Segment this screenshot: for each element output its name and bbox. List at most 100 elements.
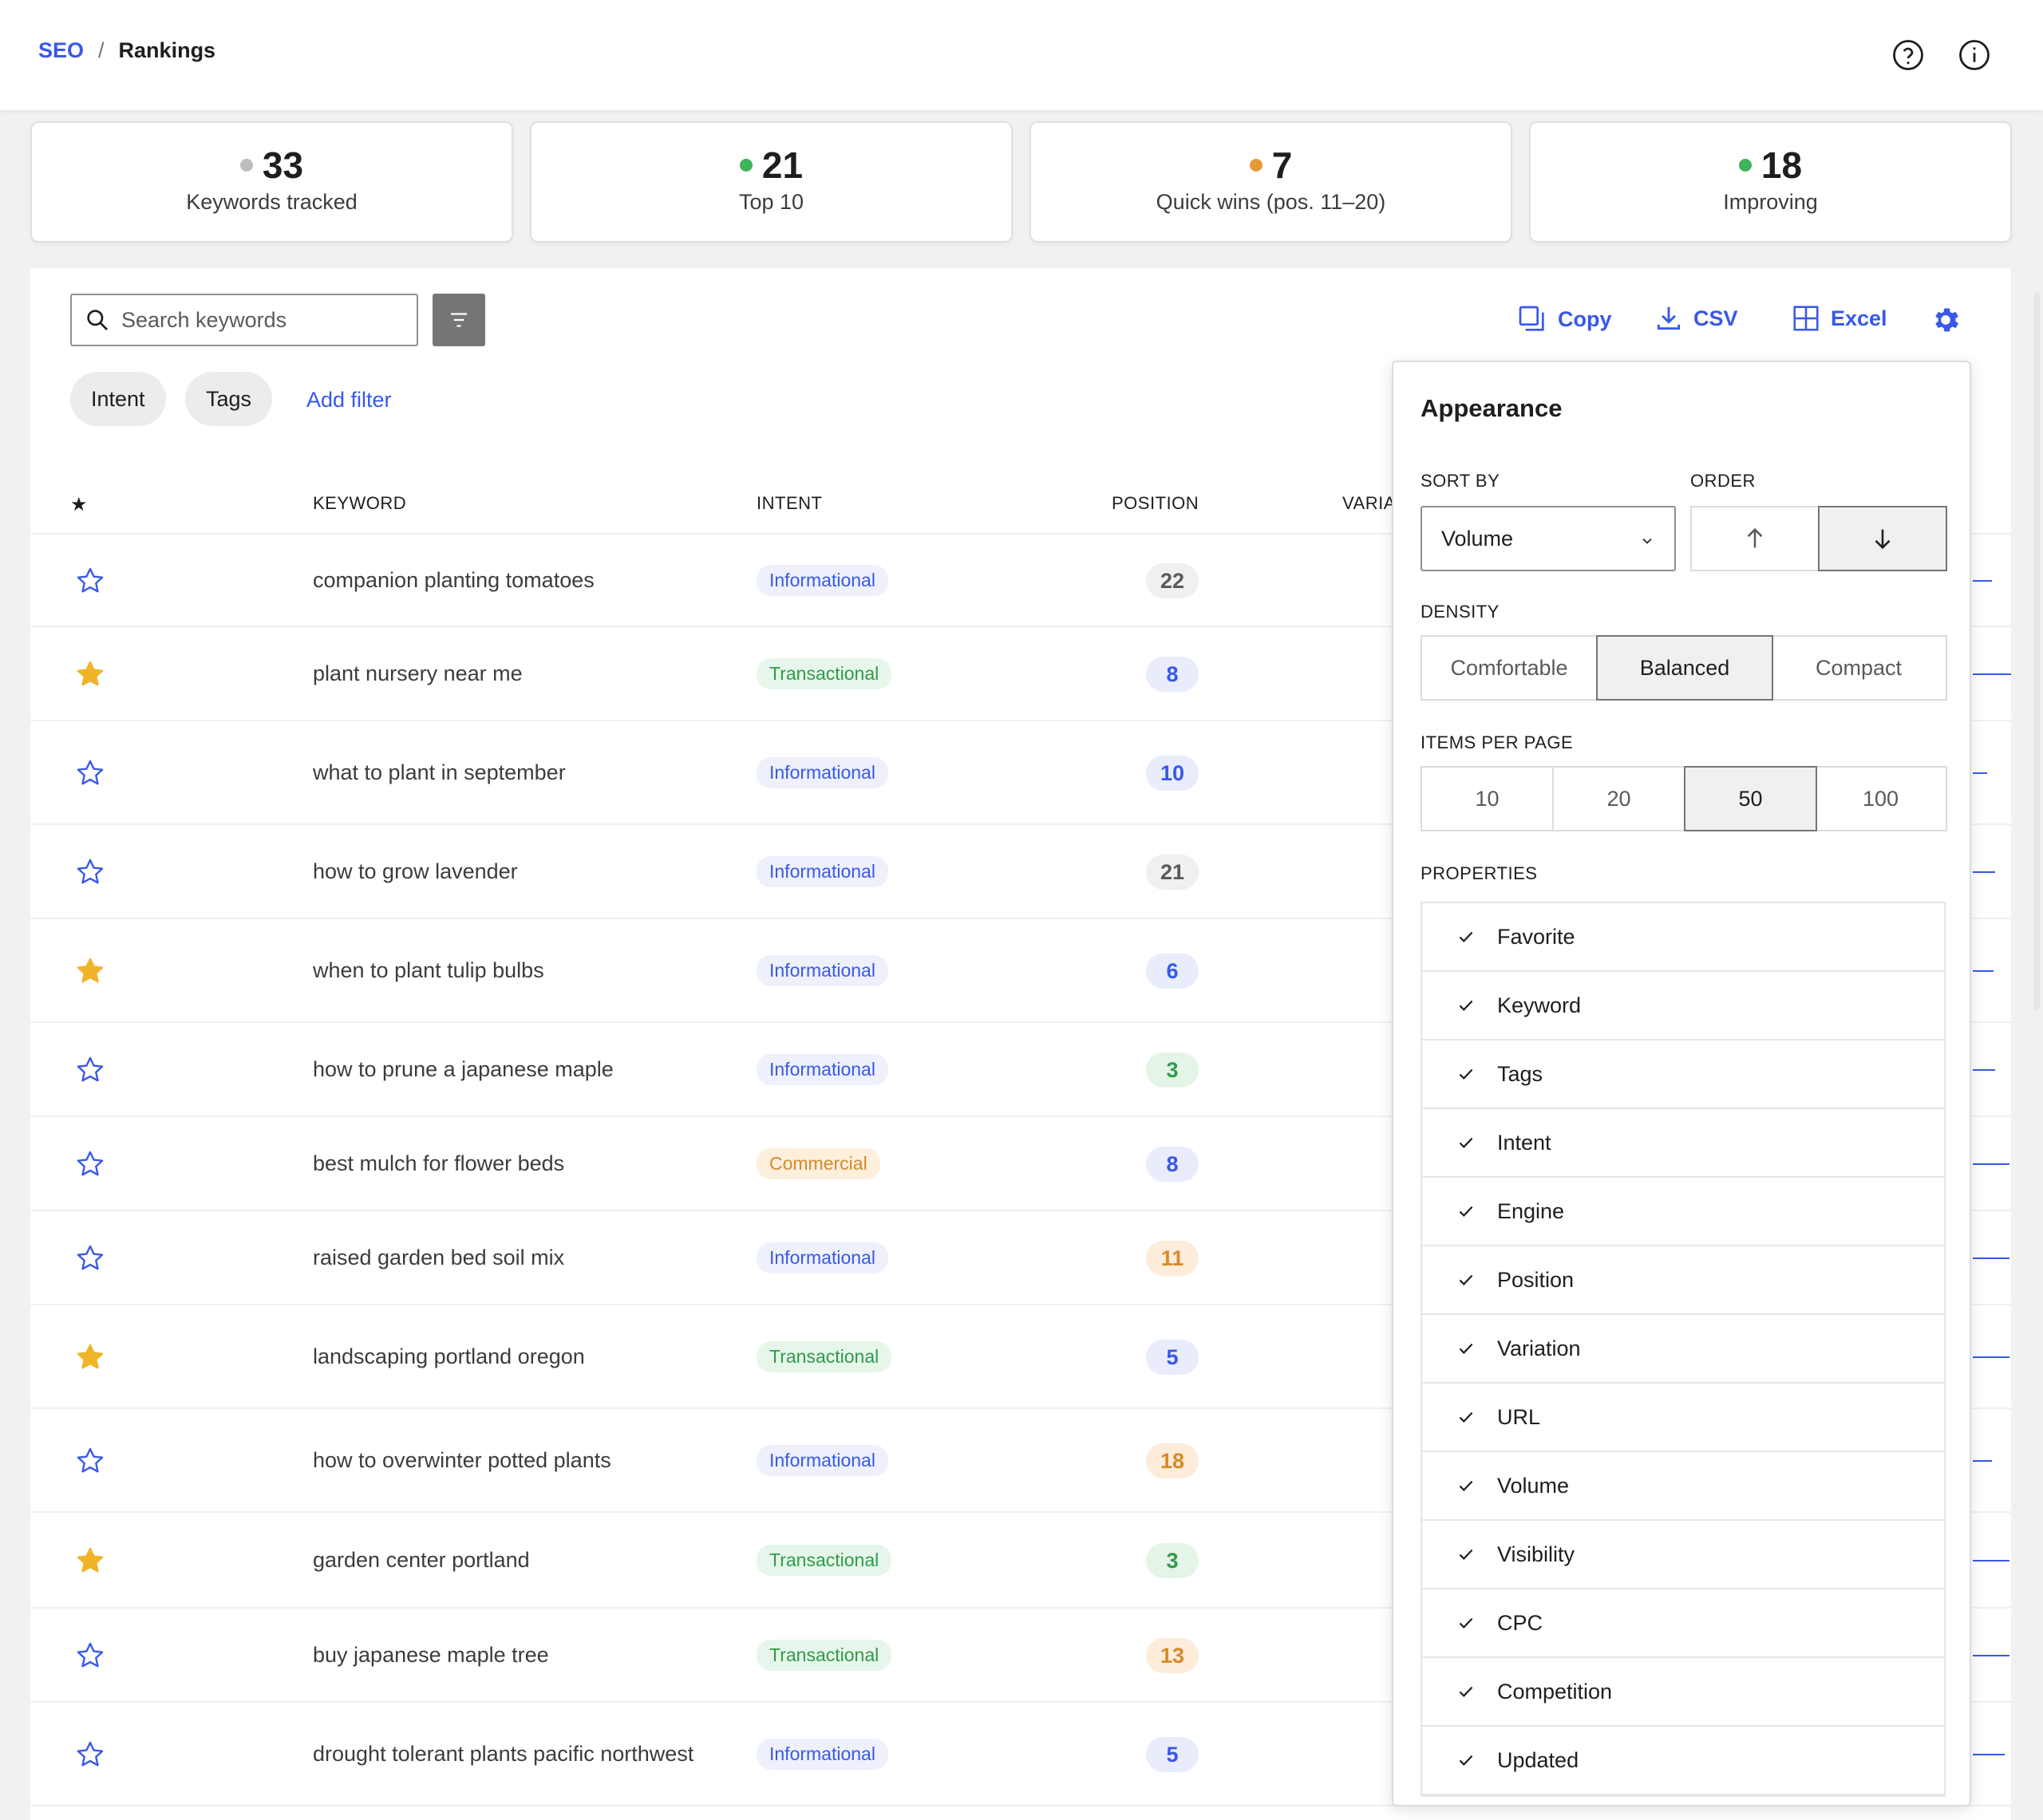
stat-card-improving[interactable]: 18 Improving xyxy=(1529,121,2012,243)
property-item[interactable]: Visibility xyxy=(1422,1521,1944,1589)
page-title: Rankings xyxy=(118,38,216,62)
keyword-cell[interactable]: raised garden bed soil mix xyxy=(313,1246,564,1270)
help-icon[interactable] xyxy=(1891,38,1925,72)
property-label: Favorite xyxy=(1497,924,1575,949)
property-label: Visibility xyxy=(1497,1542,1575,1566)
star-filled-icon[interactable] xyxy=(75,1342,105,1372)
keyword-cell[interactable]: garden center portland xyxy=(313,1548,530,1573)
property-item[interactable]: Tags xyxy=(1422,1040,1944,1109)
search-input[interactable] xyxy=(121,307,393,333)
scrollbar[interactable] xyxy=(2033,292,2040,1010)
variation-sparkline xyxy=(1973,1560,2009,1561)
gear-icon[interactable] xyxy=(1930,304,1962,336)
star-filled-icon[interactable] xyxy=(75,1546,105,1576)
sort-by-select[interactable]: Volume xyxy=(1421,506,1676,571)
keyword-cell[interactable]: landscaping portland oregon xyxy=(313,1344,585,1369)
sort-by-label: SORT BY xyxy=(1421,471,1500,491)
items-50[interactable]: 50 xyxy=(1684,766,1817,831)
order-ascending-button[interactable] xyxy=(1692,507,1820,570)
intent-badge: Informational xyxy=(757,1054,888,1085)
order-descending-button[interactable] xyxy=(1818,506,1947,571)
star-filled-icon[interactable] xyxy=(75,659,105,689)
property-item[interactable]: Keyword xyxy=(1422,972,1944,1040)
csv-button[interactable]: CSV xyxy=(1654,303,1738,334)
position-badge: 13 xyxy=(1146,1638,1199,1673)
position-badge: 6 xyxy=(1146,953,1199,989)
keyword-cell[interactable]: how to prune a japanese maple xyxy=(313,1057,614,1082)
keyword-cell[interactable]: buy japanese maple tree xyxy=(313,1643,549,1668)
position-badge: 8 xyxy=(1146,657,1199,692)
filter-icon xyxy=(451,313,467,327)
header-position[interactable]: POSITION xyxy=(1112,493,1199,514)
property-item[interactable]: CPC xyxy=(1422,1589,1944,1658)
density-compact[interactable]: Compact xyxy=(1772,637,1946,699)
stat-card-quick-wins[interactable]: 7 Quick wins (pos. 11–20) xyxy=(1029,121,1512,243)
filter-button[interactable] xyxy=(433,294,485,346)
excel-button[interactable]: Excel xyxy=(1791,303,1887,334)
keyword-cell[interactable]: companion planting tomatoes xyxy=(313,568,595,593)
property-item[interactable]: Volume xyxy=(1422,1452,1944,1521)
filter-chip-intent[interactable]: Intent xyxy=(70,372,166,426)
property-item[interactable]: Competition xyxy=(1422,1658,1944,1727)
star-outline-icon[interactable] xyxy=(75,758,105,788)
keyword-cell[interactable]: drought tolerant plants pacific northwes… xyxy=(313,1742,694,1767)
density-balanced[interactable]: Balanced xyxy=(1596,635,1773,701)
keyword-cell[interactable]: how to grow lavender xyxy=(313,859,518,884)
property-item[interactable]: URL xyxy=(1422,1384,1944,1452)
status-dot xyxy=(1738,159,1752,172)
property-item[interactable]: Variation xyxy=(1422,1315,1944,1384)
search-box[interactable] xyxy=(70,294,418,346)
copy-icon xyxy=(1519,306,1544,331)
star-outline-icon[interactable] xyxy=(75,1055,105,1085)
items-100[interactable]: 100 xyxy=(1816,768,1946,830)
intent-badge: Informational xyxy=(757,565,888,596)
star-outline-icon[interactable] xyxy=(75,1640,105,1671)
position-badge: 8 xyxy=(1146,1147,1199,1182)
star-filled-icon[interactable] xyxy=(75,956,105,986)
stat-value: 33 xyxy=(262,144,304,186)
items-10[interactable]: 10 xyxy=(1422,768,1554,830)
variation-sparkline xyxy=(1973,1655,2009,1656)
add-filter-link[interactable]: Add filter xyxy=(306,388,392,413)
chevron-down-icon xyxy=(1642,538,1652,544)
property-item[interactable]: Updated xyxy=(1422,1727,1944,1795)
intent-badge: Informational xyxy=(757,856,888,887)
star-outline-icon[interactable] xyxy=(75,857,105,887)
keyword-cell[interactable]: plant nursery near me xyxy=(313,661,523,686)
keyword-cell[interactable]: what to plant in september xyxy=(313,760,566,785)
keyword-cell[interactable]: best mulch for flower beds xyxy=(313,1151,564,1176)
star-outline-icon[interactable] xyxy=(75,1446,105,1476)
header-variation[interactable]: VARIA xyxy=(1342,493,1396,514)
info-icon[interactable] xyxy=(1958,38,1991,72)
density-comfortable[interactable]: Comfortable xyxy=(1422,637,1598,699)
property-label: Engine xyxy=(1497,1198,1565,1223)
items-20[interactable]: 20 xyxy=(1554,768,1685,830)
status-dot xyxy=(739,159,753,172)
star-outline-icon[interactable] xyxy=(75,1149,105,1179)
property-item[interactable]: Position xyxy=(1422,1246,1944,1315)
filter-chip-tags[interactable]: Tags xyxy=(185,372,273,426)
property-item[interactable]: Intent xyxy=(1422,1109,1944,1178)
stat-card-keywords-tracked[interactable]: 33 Keywords tracked xyxy=(30,121,513,243)
star-outline-icon[interactable] xyxy=(75,566,105,596)
stat-card-top-10[interactable]: 21 Top 10 xyxy=(530,121,1013,243)
property-item[interactable]: Engine xyxy=(1422,1178,1944,1246)
header-favorite[interactable]: ★ xyxy=(70,493,88,516)
stat-label: Keywords tracked xyxy=(186,190,358,214)
breadcrumb-seo-link[interactable]: SEO xyxy=(38,38,84,63)
header-intent[interactable]: INTENT xyxy=(757,493,822,514)
stat-label: Improving xyxy=(1723,190,1818,214)
position-badge: 11 xyxy=(1146,1241,1199,1276)
star-outline-icon[interactable] xyxy=(75,1243,105,1273)
star-outline-icon[interactable] xyxy=(75,1739,105,1770)
order-toggle xyxy=(1690,506,1947,571)
variation-sparkline xyxy=(1973,772,1987,774)
property-item[interactable]: Favorite xyxy=(1422,903,1944,972)
keyword-cell[interactable]: how to overwinter potted plants xyxy=(313,1448,611,1473)
copy-button[interactable]: Copy xyxy=(1516,303,1612,335)
check-icon xyxy=(1459,1000,1473,1011)
header-keyword[interactable]: KEYWORD xyxy=(313,493,406,514)
breadcrumb: SEO / Rankings xyxy=(38,38,215,63)
position-badge: 18 xyxy=(1146,1443,1199,1479)
keyword-cell[interactable]: when to plant tulip bulbs xyxy=(313,958,544,983)
